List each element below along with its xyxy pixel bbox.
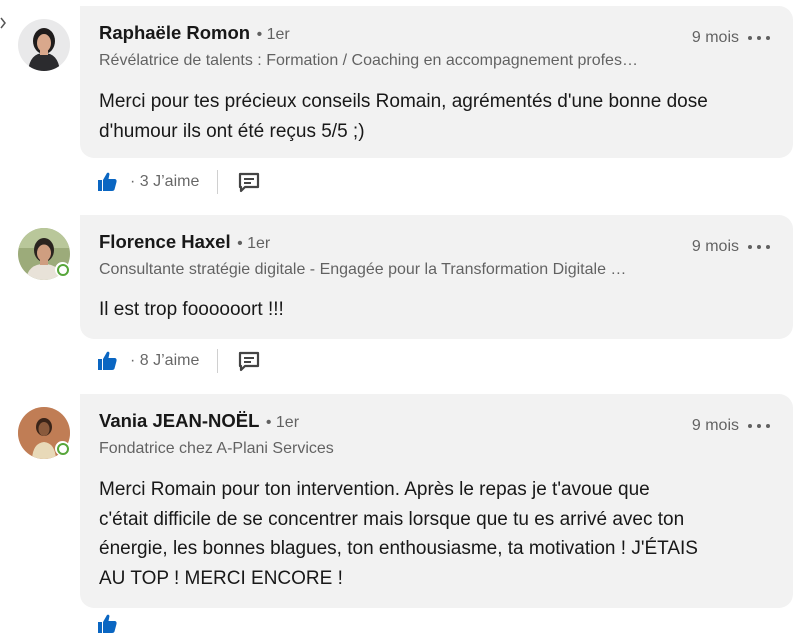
avatar[interactable] xyxy=(18,228,70,280)
comment-text-line: AU TOP ! MERCI ENCORE ! xyxy=(99,567,343,589)
author-headline: Révélatrice de talents : Formation / Coa… xyxy=(99,52,638,69)
comment-actions: · 8 J’aime xyxy=(96,347,261,375)
like-count[interactable]: · 8 J’aime xyxy=(130,352,199,370)
author-row: Florence Haxel • 1er xyxy=(99,231,270,253)
comment-time: 9 mois xyxy=(691,417,739,434)
author-row: Raphaële Romon • 1er xyxy=(99,22,290,44)
comment-text-line: Merci pour tes précieux conseils Romain,… xyxy=(99,91,708,112)
online-status-icon xyxy=(55,441,70,456)
comment-bubble: Raphaële Romon • 1er Révélatrice de tale… xyxy=(80,6,793,158)
comment-bubble: Vania JEAN-NOËL • 1er Fondatrice chez A-… xyxy=(80,394,793,608)
avatar[interactable] xyxy=(18,407,70,459)
avatar[interactable] xyxy=(18,19,70,71)
comment-text: Merci pour tes précieux conseils Romain,… xyxy=(99,87,708,146)
reply-speech-bubble-icon[interactable] xyxy=(237,350,261,372)
comment-text: Il est trop foooooort !!! xyxy=(99,295,284,325)
divider xyxy=(217,170,219,194)
author-name[interactable]: Florence Haxel xyxy=(99,231,231,252)
more-options-icon[interactable] xyxy=(748,418,770,434)
reply-speech-bubble-icon[interactable] xyxy=(237,171,261,193)
comment-text-line: c'était difficile de se concentrer mais … xyxy=(99,508,685,530)
connection-degree: • 1er xyxy=(265,414,300,431)
comment-text-line: d'humour ils ont été reçus 5/5 ;) xyxy=(99,120,365,142)
like-thumbs-up-icon[interactable] xyxy=(96,612,120,636)
connection-degree: • 1er xyxy=(256,26,290,43)
comment-text-line: Merci Romain pour ton intervention. Aprè… xyxy=(99,479,650,500)
comment-text: Merci Romain pour ton intervention. Aprè… xyxy=(99,475,698,593)
comment-text-line: énergie, les bonnes blagues, ton enthous… xyxy=(99,538,698,559)
online-status-icon xyxy=(55,262,70,277)
comment-time: 9 mois xyxy=(691,238,739,255)
comment-bubble: Florence Haxel • 1er Consultante stratég… xyxy=(80,215,793,339)
connection-degree: • 1er xyxy=(237,235,271,252)
more-options-icon[interactable] xyxy=(748,239,770,255)
author-name[interactable]: Vania JEAN-NOËL xyxy=(99,410,259,431)
like-thumbs-up-icon[interactable] xyxy=(96,349,120,373)
scroll-arrow-icon xyxy=(0,17,6,29)
like-count[interactable]: · 3 J’aime xyxy=(130,173,199,191)
comment-time: 9 mois xyxy=(691,29,739,46)
comment-actions: · 3 J’aime xyxy=(96,168,261,196)
author-headline: Consultante stratégie digitale - Engagée… xyxy=(99,261,627,278)
more-options-icon[interactable] xyxy=(748,30,770,46)
author-name[interactable]: Raphaële Romon xyxy=(99,22,250,43)
like-thumbs-up-icon[interactable] xyxy=(96,170,120,194)
author-headline: Fondatrice chez A-Plani Services xyxy=(99,440,334,457)
comment-text-line: Il est trop foooooort !!! xyxy=(99,299,284,320)
divider xyxy=(217,349,219,373)
author-row: Vania JEAN-NOËL • 1er xyxy=(99,410,299,432)
